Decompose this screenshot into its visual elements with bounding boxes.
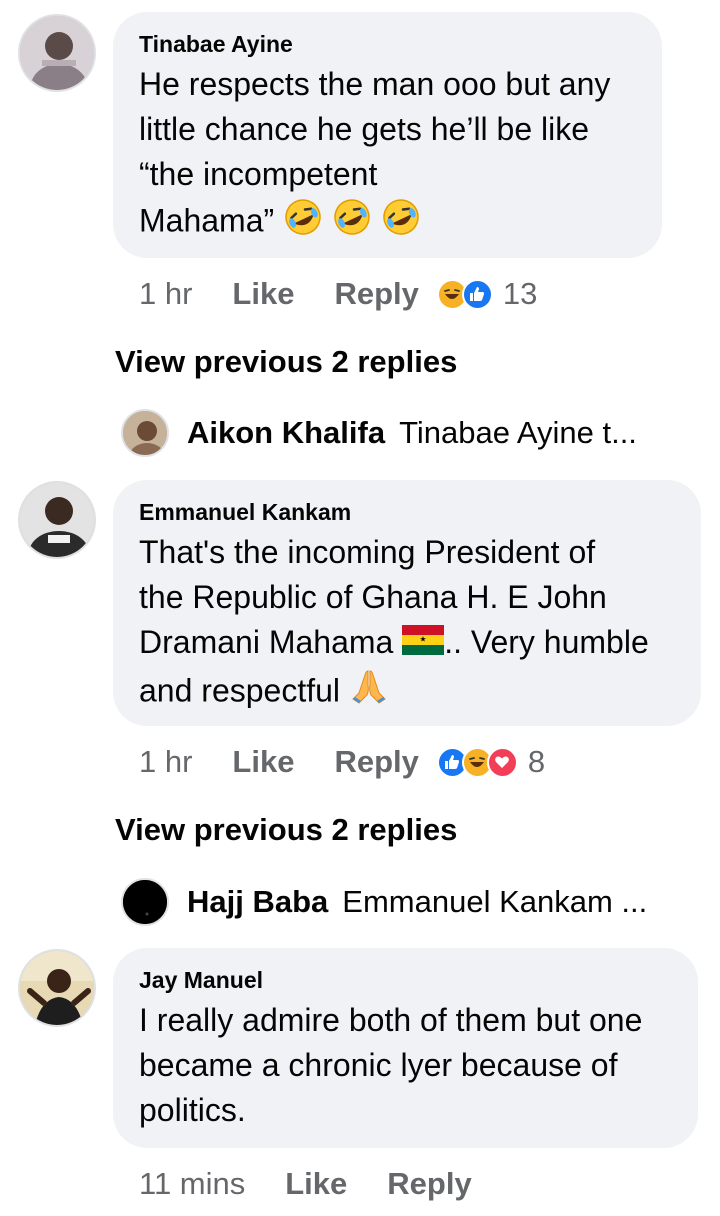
view-previous-replies-link[interactable]: View previous 2 replies [115,344,457,380]
comment-bubble: Jay Manuel I really admire both of them … [113,948,698,1148]
reaction-count[interactable]: 13 [503,276,537,312]
like-button[interactable]: Like [232,744,294,780]
reply-button[interactable]: Reply [334,276,418,312]
reaction-summary[interactable] [436,746,518,778]
comment-line: became a chronic lyer because of [139,1047,618,1083]
ghana-flag-icon [402,622,445,667]
comment-actions: 1 hr Like Reply 8 [139,742,545,782]
comment-text: That's the incoming President of the Rep… [139,530,675,719]
folded-hands-icon [349,667,389,719]
comment-line: “the incompetent [139,156,378,192]
comment-actions: 11 mins Like Reply [139,1164,512,1204]
comment-author[interactable]: Jay Manuel [139,966,672,994]
comment-line: little chance he gets he’ll be like [139,111,590,147]
comment-actions: 1 hr Like Reply 13 [139,274,537,314]
comment-text: I really admire both of them but one bec… [139,998,672,1133]
like-reaction-icon [461,278,493,310]
comment-line: politics. [139,1092,246,1128]
latest-reply-preview[interactable]: Hajj Baba Emmanuel Kankam ... [121,878,647,926]
comment-line-text: and respectful [139,672,341,709]
latest-reply-preview[interactable]: Aikon Khalifa Tinabae Ayine t... [121,409,637,457]
avatar[interactable] [18,14,96,92]
rofl-emoji-icon [283,197,323,249]
reply-snippet: Emmanuel Kankam ... [342,884,648,919]
avatar[interactable] [121,878,169,926]
reaction-count[interactable]: 8 [528,744,545,780]
comment-line: the Republic of Ghana H. E John [139,579,607,615]
reply-snippet: Tinabae Ayine t... [399,415,637,450]
avatar[interactable] [121,409,169,457]
comment-author[interactable]: Emmanuel Kankam [139,498,675,526]
reply-author[interactable]: Hajj Baba [187,884,328,920]
comment-line-text: .. Very humble [444,624,649,660]
comment-line: I really admire both of them but one [139,1002,643,1038]
avatar[interactable] [18,481,96,559]
reply-author[interactable]: Aikon Khalifa [187,415,385,451]
comment-time[interactable]: 1 hr [139,276,192,312]
comment-time[interactable]: 1 hr [139,744,192,780]
comment-line: and respectful [139,667,675,719]
comment-line: Mahama” [139,197,636,249]
avatar[interactable] [18,949,96,1027]
view-previous-replies-link[interactable]: View previous 2 replies [115,812,457,848]
comment-line: He respects the man ooo but any [139,66,611,102]
comment-line: Dramani Mahama .. Very humble [139,620,675,667]
reaction-summary[interactable] [436,278,493,310]
love-reaction-icon [486,746,518,778]
comment-text: He respects the man ooo but any little c… [139,62,636,249]
rofl-emoji-icon [381,197,421,249]
comment-bubble: Emmanuel Kankam That's the incoming Pres… [113,480,701,726]
like-button[interactable]: Like [232,276,294,312]
comment-bubble: Tinabae Ayine He respects the man ooo bu… [113,12,662,258]
comment-line-text: Dramani Mahama [139,624,394,660]
comment-time[interactable]: 11 mins [139,1166,245,1202]
comment-author[interactable]: Tinabae Ayine [139,30,636,58]
reply-button[interactable]: Reply [334,744,418,780]
like-button[interactable]: Like [285,1166,347,1202]
comment-line: That's the incoming President of [139,534,596,570]
reply-button[interactable]: Reply [387,1166,471,1202]
comment-line-text: Mahama” [139,202,275,239]
rofl-emoji-icon [332,197,372,249]
